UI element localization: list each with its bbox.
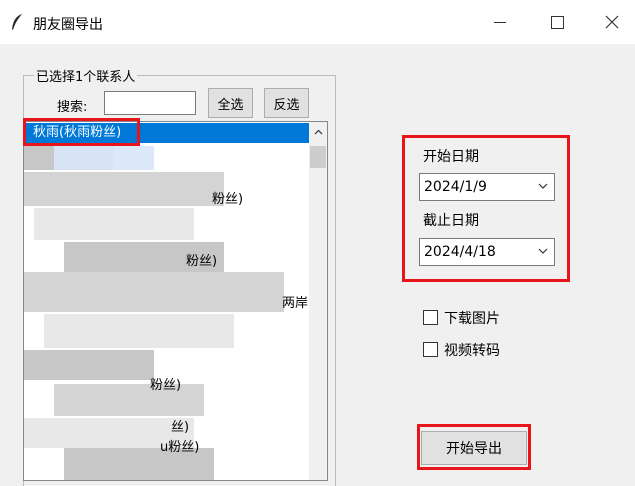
search-input[interactable] — [104, 91, 196, 115]
end-date-label: 截止日期 — [423, 213, 479, 229]
scroll-up-button[interactable] — [309, 122, 327, 142]
close-button[interactable] — [585, 0, 635, 44]
start-export-button[interactable]: 开始导出 — [421, 431, 527, 465]
chevron-up-icon — [314, 129, 322, 135]
scroll-thumb[interactable] — [310, 146, 326, 168]
window-title: 朋友圈导出 — [33, 17, 103, 33]
maximize-icon — [550, 15, 564, 29]
feather-icon — [12, 14, 22, 30]
list-item[interactable]: 秋雨(秋雨粉丝) — [24, 123, 310, 143]
start-date-select[interactable]: 2024/1/9 — [419, 173, 555, 201]
redacted-block — [24, 172, 224, 206]
list-item[interactable]: 丝) — [171, 418, 189, 438]
maximize-button[interactable] — [530, 0, 584, 44]
video-transcode-label: 视频转码 — [444, 343, 500, 359]
list-item[interactable]: 两岸 — [282, 294, 308, 314]
contacts-listbox[interactable]: 秋雨(秋雨粉丝) 粉丝) 粉丝) 两岸 粉丝) 丝) u粉丝) — [23, 121, 328, 481]
list-item[interactable]: 粉丝) — [212, 190, 243, 210]
video-transcode-checkbox[interactable] — [423, 342, 438, 357]
search-label: 搜索: — [57, 100, 88, 115]
end-date-value: 2024/4/18 — [424, 244, 496, 260]
chevron-down-icon — [538, 248, 548, 254]
redacted-block — [54, 146, 154, 170]
invert-selection-button[interactable]: 反选 — [264, 88, 309, 118]
select-all-button[interactable]: 全选 — [208, 88, 253, 118]
download-images-checkbox[interactable] — [423, 310, 438, 325]
listbox-scrollbar[interactable] — [309, 122, 327, 480]
list-item[interactable]: 粉丝) — [150, 376, 181, 396]
redacted-block — [24, 350, 154, 380]
chevron-down-icon — [538, 183, 548, 189]
contacts-group-label: 已选择1个联系人 — [34, 66, 138, 85]
redacted-block — [44, 314, 234, 348]
minimize-icon — [494, 21, 506, 23]
minimize-button[interactable] — [473, 0, 527, 44]
start-date-value: 2024/1/9 — [424, 179, 487, 195]
close-icon — [605, 15, 619, 29]
redacted-block — [24, 272, 284, 312]
title-bar: 朋友圈导出 — [0, 0, 635, 44]
download-images-label: 下载图片 — [444, 311, 500, 327]
list-item[interactable]: u粉丝) — [160, 438, 199, 458]
start-date-label: 开始日期 — [423, 149, 479, 165]
redacted-block — [54, 384, 204, 416]
end-date-select[interactable]: 2024/4/18 — [419, 238, 555, 266]
redacted-block — [34, 208, 194, 240]
list-item[interactable]: 粉丝) — [186, 252, 217, 272]
